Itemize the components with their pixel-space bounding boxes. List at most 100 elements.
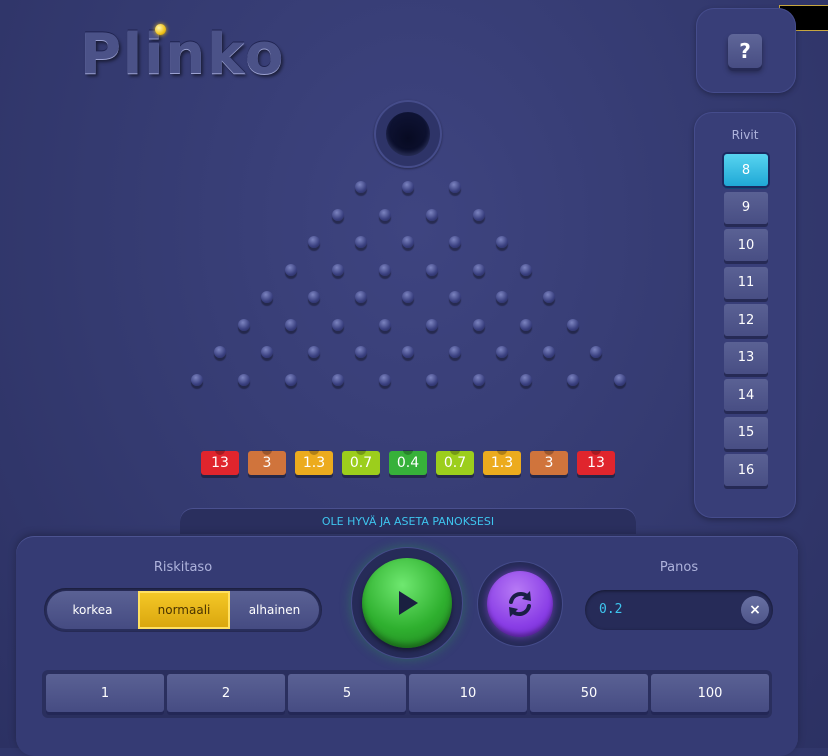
peg: [496, 291, 508, 303]
peg: [378, 263, 391, 276]
peg: [284, 263, 297, 276]
multiplier-bucket: 1.3: [295, 450, 333, 475]
row-option-15[interactable]: 15: [724, 416, 768, 449]
peg: [355, 236, 367, 248]
peg: [284, 318, 297, 331]
multiplier-bucket: 3: [248, 450, 286, 475]
refresh-icon: [509, 591, 531, 617]
peg: [261, 291, 273, 303]
play-button[interactable]: [362, 558, 452, 648]
risk-label: Riskitaso: [153, 560, 213, 575]
peg: [472, 373, 485, 386]
peg: [402, 236, 414, 248]
bet-label: Panos: [659, 560, 699, 575]
rows-panel: Rivit 8 9 10 11 12 13 14 15 16: [694, 112, 796, 518]
multiplier-bucket: 3: [530, 450, 568, 475]
peg: [425, 208, 438, 221]
peg: [449, 236, 461, 248]
peg: [472, 208, 485, 221]
rows-title: Rivit: [731, 128, 759, 142]
bet-value: 0.2: [599, 602, 623, 617]
row-option-16[interactable]: 16: [724, 454, 768, 486]
row-option-13[interactable]: 13: [724, 341, 768, 374]
peg: [449, 291, 461, 303]
peg: [613, 373, 626, 386]
peg: [543, 291, 555, 303]
row-option-12[interactable]: 12: [724, 304, 768, 336]
quick-bet-100[interactable]: 100: [651, 674, 769, 712]
quick-bet-5[interactable]: 5: [288, 674, 406, 712]
quick-bet-2[interactable]: 2: [167, 674, 285, 712]
peg: [566, 318, 579, 331]
peg: [355, 181, 367, 193]
peg: [425, 373, 438, 386]
peg: [425, 318, 438, 331]
row-option-10[interactable]: 10: [724, 229, 768, 261]
autoplay-button[interactable]: [487, 571, 553, 637]
peg: [543, 346, 555, 358]
help-button[interactable]: ?: [728, 34, 762, 68]
row-option-8[interactable]: 8: [724, 154, 768, 186]
quick-bet-1[interactable]: 1: [46, 674, 164, 712]
peg: [378, 208, 391, 221]
logo-dot-icon: [155, 24, 166, 35]
peg: [331, 373, 344, 386]
autoplay-button-ring: [478, 562, 562, 646]
help-panel: ?: [696, 8, 796, 93]
status-message: OLE HYVÄ JA ASETA PANOKSESI: [180, 508, 636, 534]
peg: [378, 318, 391, 331]
peg: [237, 373, 250, 386]
peg: [519, 263, 532, 276]
peg: [355, 291, 367, 303]
ball-drop-hole-inner: [386, 112, 430, 156]
risk-selector: korkea normaali alhainen: [44, 588, 322, 632]
multiplier-bucket: 13: [201, 450, 239, 475]
peg: [261, 346, 273, 358]
multiplier-bucket: 0.7: [342, 450, 380, 475]
peg: [449, 346, 461, 358]
play-button-ring: [352, 548, 462, 658]
peg: [519, 318, 532, 331]
peg: [190, 373, 203, 386]
bet-input[interactable]: 0.2 ×: [585, 590, 773, 630]
peg: [331, 208, 344, 221]
peg: [496, 346, 508, 358]
peg: [308, 346, 320, 358]
peg: [425, 263, 438, 276]
quick-bet-row: 1 2 5 10 50 100: [42, 670, 772, 718]
peg: [566, 373, 579, 386]
ball-drop-hole: [374, 100, 442, 168]
quick-bet-10[interactable]: 10: [409, 674, 527, 712]
peg: [355, 346, 367, 358]
multiplier-bucket: 0.4: [389, 450, 427, 475]
row-option-11[interactable]: 11: [724, 266, 768, 299]
peg: [402, 181, 414, 193]
peg: [308, 291, 320, 303]
quick-bet-50[interactable]: 50: [530, 674, 648, 712]
peg: [331, 263, 344, 276]
peg: [331, 318, 344, 331]
peg: [590, 346, 602, 358]
multiplier-bucket: 0.7: [436, 450, 474, 475]
peg: [496, 236, 508, 248]
clear-bet-button[interactable]: ×: [741, 596, 769, 624]
peg: [237, 318, 250, 331]
risk-option-alhainen[interactable]: alhainen: [230, 591, 319, 629]
multiplier-bucket: 1.3: [483, 450, 521, 475]
row-option-9[interactable]: 9: [724, 191, 768, 224]
peg: [378, 373, 391, 386]
row-option-14[interactable]: 14: [724, 379, 768, 411]
peg: [284, 373, 297, 386]
peg: [308, 236, 320, 248]
risk-option-normaali[interactable]: normaali: [138, 591, 230, 629]
peg: [449, 181, 461, 193]
peg: [472, 263, 485, 276]
risk-option-korkea[interactable]: korkea: [47, 591, 138, 629]
peg: [472, 318, 485, 331]
play-icon: [399, 591, 418, 615]
multiplier-bucket: 13: [577, 450, 615, 475]
plinko-logo: Plinko: [80, 22, 286, 87]
peg: [402, 291, 414, 303]
peg: [214, 346, 226, 358]
peg: [402, 346, 414, 358]
